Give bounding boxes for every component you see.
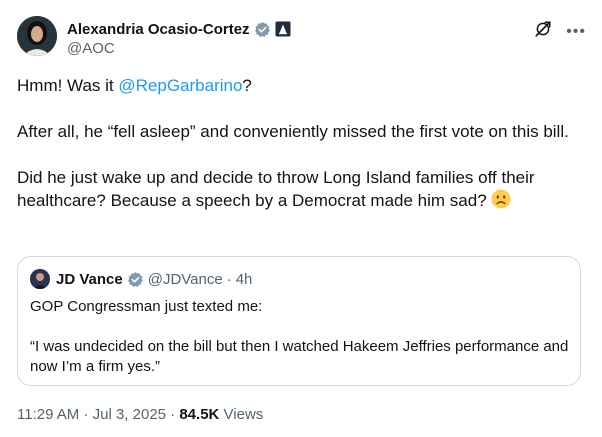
tweet-text-suffix: ? [242, 76, 252, 95]
frowning-face-emoji [491, 189, 511, 215]
quoted-tweet-line-1: GOP Congressman just texted me: [30, 298, 263, 315]
quoted-author-name: JD Vance [56, 270, 123, 288]
tweet-actions: ••• [534, 20, 586, 43]
verified-badge-icon[interactable] [254, 21, 271, 38]
quoted-tweet-header: JD Vance @JDVance · 4h [30, 269, 252, 289]
author-info: Alexandria Ocasio-Cortez @AOC [67, 18, 291, 57]
separator-dot: · [83, 406, 89, 423]
author-avatar[interactable] [17, 16, 57, 56]
views-label: Views [223, 406, 264, 423]
more-icon[interactable]: ••• [566, 23, 586, 40]
tweet-date-link[interactable]: Jul 3, 2025 [93, 406, 166, 423]
author-name[interactable]: Alexandria Ocasio-Cortez [67, 21, 250, 38]
quoted-tweet-body: GOP Congressman just texted me: “I was u… [30, 297, 570, 397]
quoted-tweet-line-2: “I was undecided on the bill but then I … [30, 338, 569, 375]
grok-icon[interactable] [534, 20, 552, 43]
tweet-meta: 11:29 AM · Jul 3, 2025 · 84.5K Views [17, 406, 263, 423]
tweet-text-prefix: Hmm! Was it [17, 76, 119, 95]
mention-link[interactable]: @RepGarbarino [118, 76, 242, 95]
author-handle[interactable]: @AOC [67, 40, 291, 57]
tweet-paragraph-3: Did he just wake up and decide to throw … [17, 166, 577, 215]
tweet-paragraph-3-text: Did he just wake up and decide to throw … [17, 168, 535, 210]
tweet-paragraph-1: Hmm! Was it @RepGarbarino? [17, 74, 577, 97]
quoted-tweet-time: 4h [235, 270, 253, 288]
author-name-row: Alexandria Ocasio-Cortez [67, 18, 291, 40]
tweet-paragraph-2: After all, he “fell asleep” and convenie… [17, 122, 569, 141]
tweet-body: Hmm! Was it @RepGarbarino? After all, he… [17, 74, 577, 238]
views-count[interactable]: 84.5K [179, 406, 219, 423]
verified-badge-icon [127, 271, 144, 288]
quoted-author-avatar [30, 269, 50, 289]
separator-dot: · [170, 406, 176, 423]
separator-dot: · [226, 270, 232, 288]
quoted-author-handle: @JDVance [147, 270, 223, 288]
quoted-tweet[interactable]: JD Vance @JDVance · 4h GOP Congressman j… [17, 256, 581, 386]
government-affiliate-icon[interactable] [275, 21, 291, 37]
tweet-time-link[interactable]: 11:29 AM [17, 406, 79, 423]
